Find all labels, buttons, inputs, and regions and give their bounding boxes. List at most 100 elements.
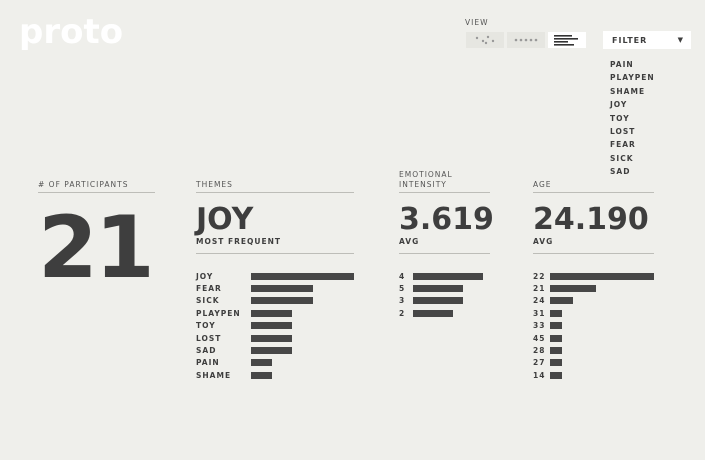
age-bar-row: 14: [533, 369, 562, 381]
filter-dropdown[interactable]: FILTER ▼: [603, 31, 691, 49]
intensity-bar-label: 4: [399, 271, 406, 281]
intensity-bar-label: 2: [399, 308, 406, 318]
age-bar-label: 22: [533, 271, 546, 281]
age-bar-label: 21: [533, 284, 546, 294]
filter-item-fear[interactable]: FEAR: [610, 138, 655, 151]
filter-item-shame[interactable]: SHAME: [610, 85, 655, 98]
themes-bar: [251, 272, 354, 280]
themes-bar-row: SHAME: [196, 369, 272, 381]
filter-item-pain[interactable]: PAIN: [610, 58, 655, 71]
intensity-rule-2: [399, 253, 490, 254]
themes-bar-label: PLAYPEN: [196, 308, 241, 318]
age-bar-label: 45: [533, 333, 546, 343]
themes-bar-row: PLAYPEN: [196, 307, 293, 319]
filter-options-list: PAIN PLAYPEN SHAME JOY TOY LOST FEAR SIC…: [610, 58, 655, 179]
filter-label: FILTER: [612, 35, 648, 45]
intensity-bar-row: 5: [399, 282, 463, 294]
themes-bar-label: TOY: [196, 321, 216, 331]
filter-item-sick[interactable]: SICK: [610, 152, 655, 165]
filter-item-lost[interactable]: LOST: [610, 125, 655, 138]
age-bar-label: 14: [533, 370, 546, 380]
intensity-label-line1: EMOTIONAL: [399, 170, 453, 179]
intensity-label: EMOTIONAL INTENSITY: [399, 170, 490, 190]
themes-bar-row: PAIN: [196, 357, 272, 369]
age-bar: [550, 272, 654, 280]
age-bar: [550, 285, 597, 293]
themes-bar-row: JOY: [196, 270, 354, 282]
participants-column: # OF PARTICIPANTS 21: [38, 170, 155, 291]
intensity-bar: [413, 285, 463, 293]
age-bar-label: 31: [533, 308, 546, 318]
age-bar: [550, 322, 562, 330]
themes-bar-label: FEAR: [196, 284, 222, 294]
scatter-view-button[interactable]: [466, 32, 504, 48]
age-bar-label: 28: [533, 346, 546, 356]
intensity-bar-row: 2: [399, 307, 453, 319]
themes-column: THEMES JOY MOST FREQUENT: [196, 170, 354, 254]
age-bar-row: 31: [533, 307, 562, 319]
age-bar-row: 22: [533, 270, 654, 282]
filter-item-playpen[interactable]: PLAYPEN: [610, 71, 655, 84]
themes-bar: [251, 334, 293, 342]
intensity-bar-label: 5: [399, 284, 406, 294]
view-label: VIEW: [465, 18, 489, 27]
intensity-bar: [413, 309, 453, 317]
themes-rule-2: [196, 253, 354, 254]
intensity-bar: [413, 272, 483, 280]
age-bar: [550, 371, 562, 379]
age-bar: [550, 309, 562, 317]
themes-bar-label: SICK: [196, 296, 220, 306]
proto-logo: proto: [19, 12, 124, 52]
themes-bar: [251, 347, 293, 355]
themes-bar-row: SICK: [196, 295, 313, 307]
participants-rule: [38, 192, 155, 193]
age-bar-label: 33: [533, 321, 546, 331]
themes-top-value: JOY: [196, 202, 254, 237]
themes-bar: [251, 309, 293, 317]
age-rule-2: [533, 253, 654, 254]
age-avg-value: 24.190: [533, 202, 649, 237]
themes-bar: [251, 359, 272, 367]
age-bar-row: 33: [533, 320, 562, 332]
themes-bar: [251, 285, 313, 293]
themes-bar-row: FEAR: [196, 282, 313, 294]
participants-count: 21: [38, 198, 155, 298]
intensity-bar: [413, 297, 463, 305]
age-bar-row: 27: [533, 357, 562, 369]
intensity-column: EMOTIONAL INTENSITY 3.619 AVG: [399, 170, 494, 254]
themes-bar-row: SAD: [196, 344, 293, 356]
themes-bar-label: JOY: [196, 271, 214, 281]
filter-item-joy[interactable]: JOY: [610, 98, 655, 111]
bars-view-button[interactable]: [548, 32, 586, 48]
themes-bar: [251, 297, 313, 305]
intensity-sub: AVG: [399, 237, 420, 246]
caret-down-icon: ▼: [677, 36, 684, 44]
themes-sub: MOST FREQUENT: [196, 237, 281, 246]
dots-scatter-icon: [475, 35, 495, 45]
intensity-bar-label: 3: [399, 296, 406, 306]
intensity-bar-row: 4: [399, 270, 483, 282]
age-bar-row: 21: [533, 282, 597, 294]
age-bar-row: 24: [533, 295, 574, 307]
themes-label: THEMES: [196, 180, 233, 189]
themes-bar-row: TOY: [196, 320, 293, 332]
themes-bar-label: PAIN: [196, 358, 220, 368]
age-bar-row: 45: [533, 332, 562, 344]
participants-label: # OF PARTICIPANTS: [38, 180, 129, 189]
themes-bar-label: SAD: [196, 346, 217, 356]
filter-item-toy[interactable]: TOY: [610, 112, 655, 125]
age-bar: [550, 347, 562, 355]
age-bar: [550, 359, 562, 367]
age-bar: [550, 297, 574, 305]
age-bar-label: 24: [533, 296, 546, 306]
bars-icon: [554, 34, 578, 46]
themes-bar: [251, 371, 272, 379]
dots-view-button[interactable]: [507, 32, 545, 48]
age-bar-label: 27: [533, 358, 546, 368]
age-column: AGE 24.190 AVG: [533, 170, 654, 254]
themes-rule: [196, 192, 354, 193]
intensity-bar-row: 3: [399, 295, 463, 307]
age-bar: [550, 334, 562, 342]
intensity-label-line2: INTENSITY: [399, 180, 447, 189]
themes-bar-label: LOST: [196, 333, 222, 343]
